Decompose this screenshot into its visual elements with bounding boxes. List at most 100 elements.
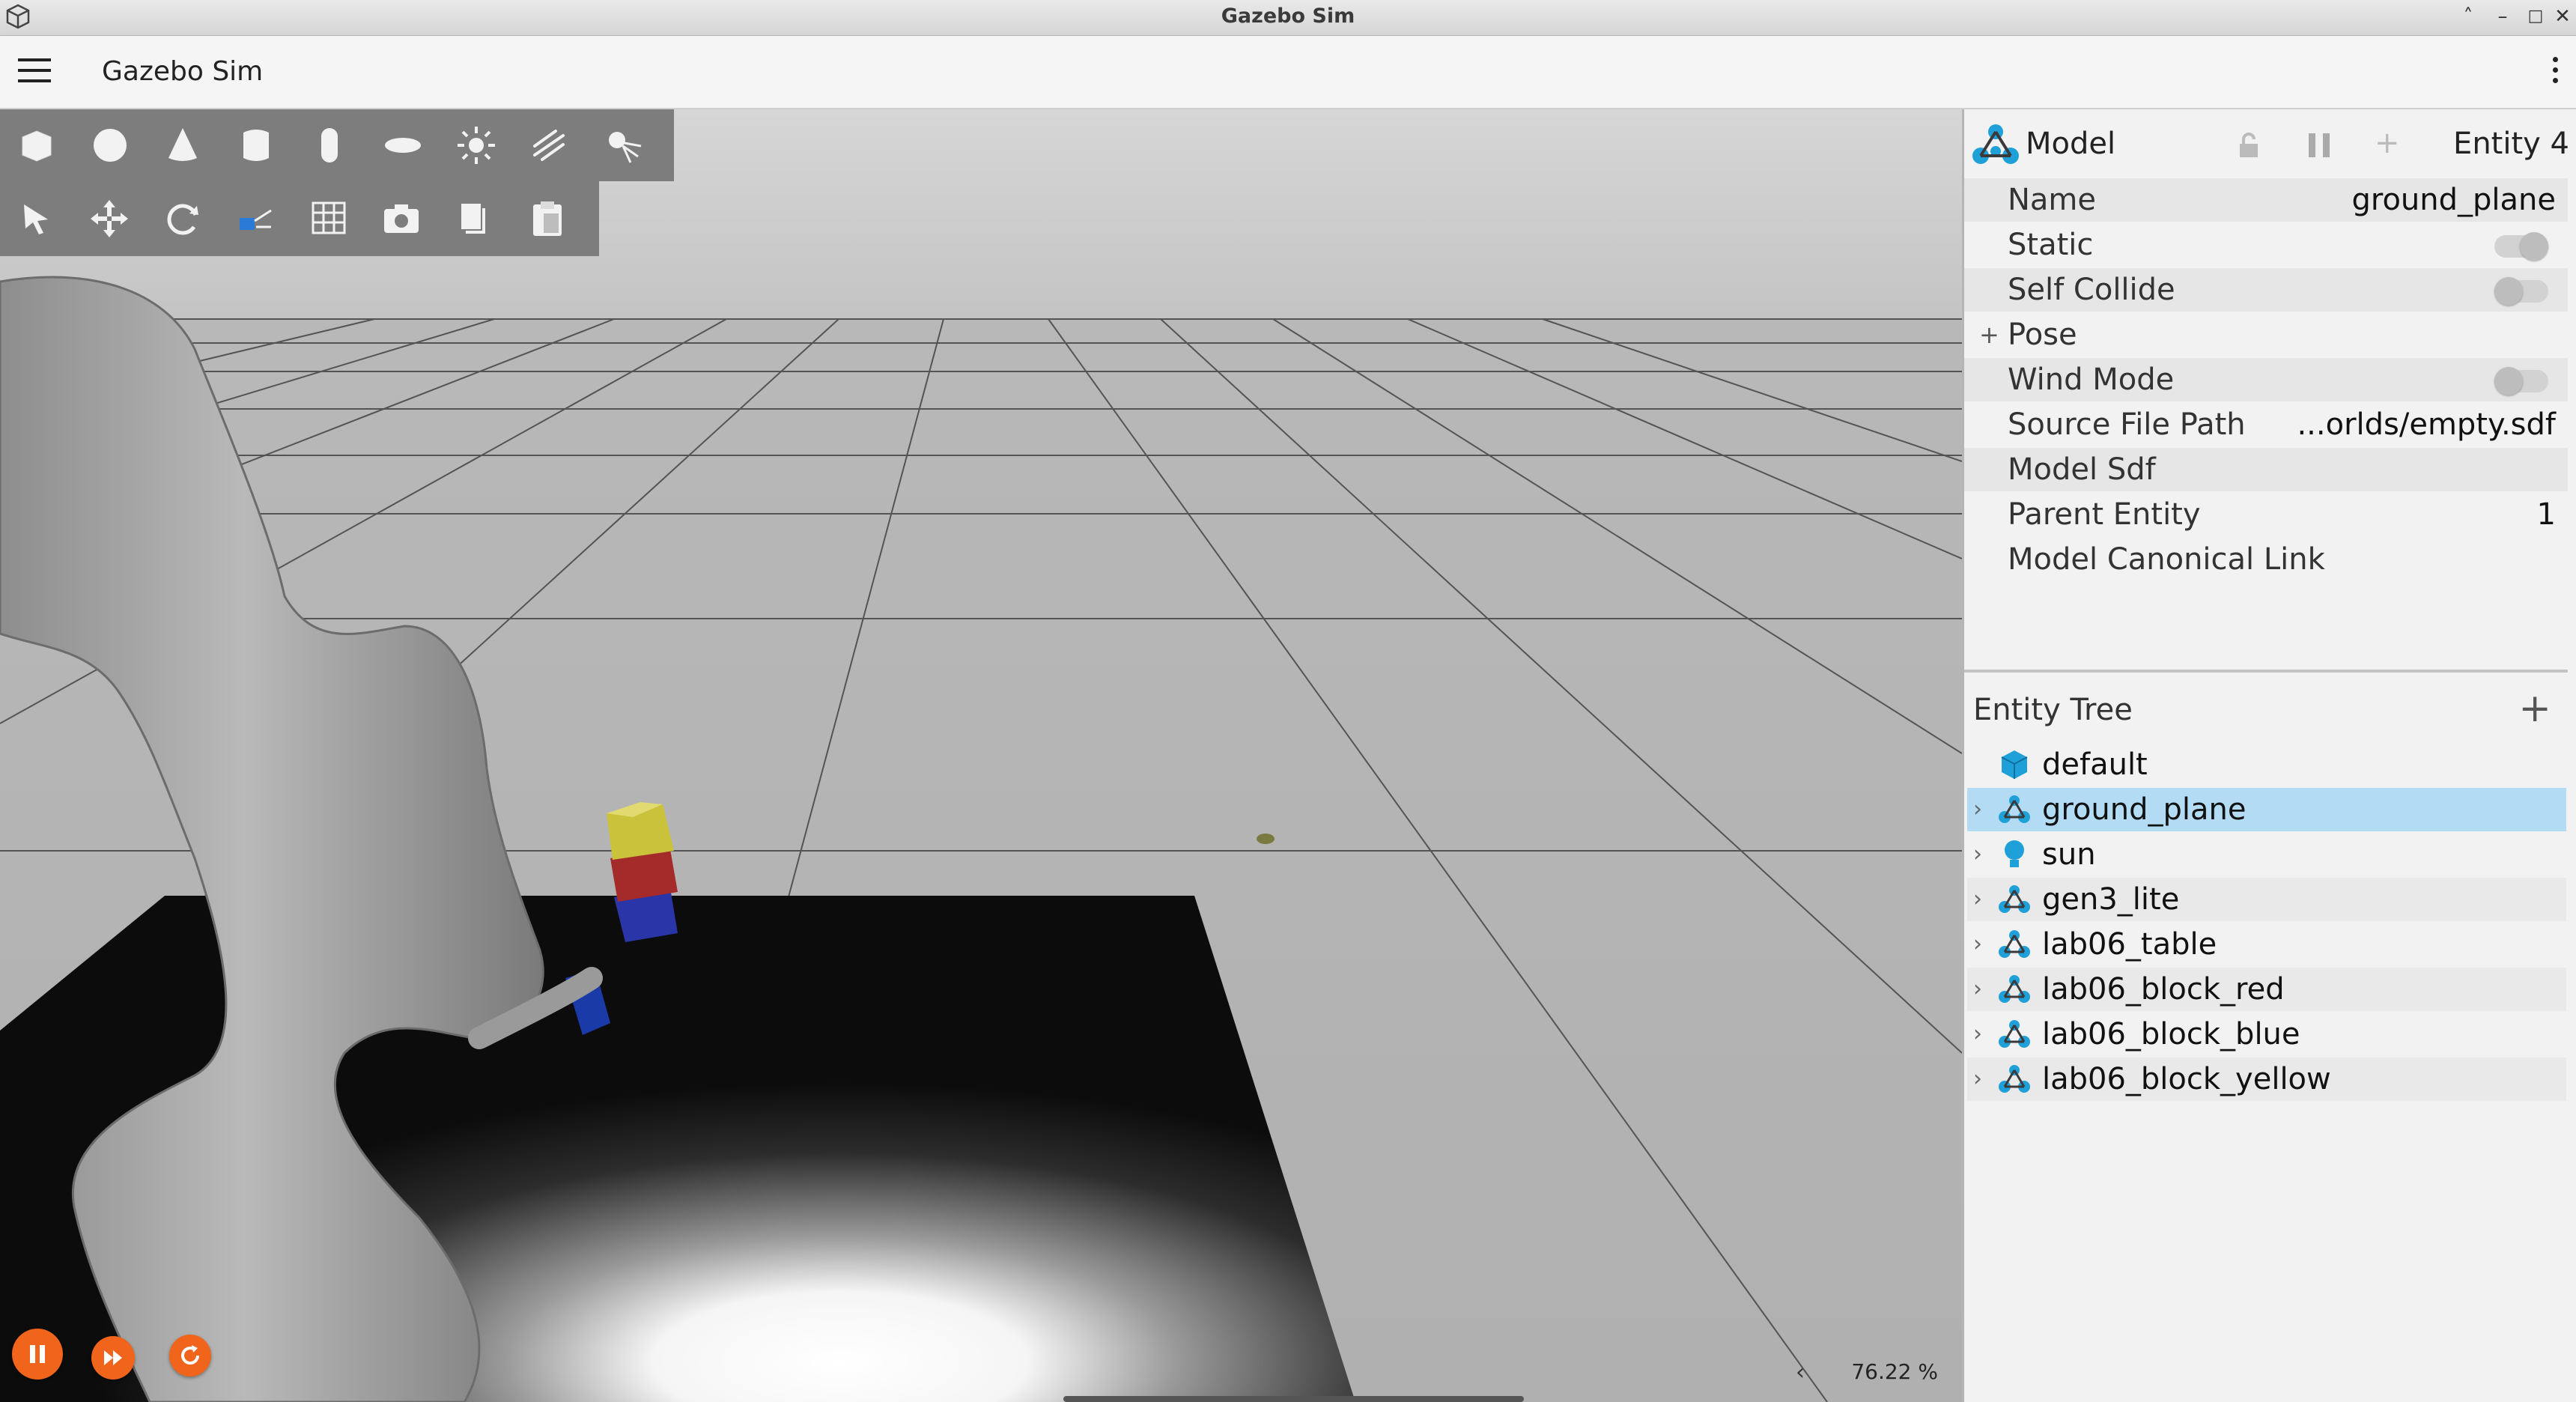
prop-value: ...orlds/empty.sdf bbox=[2297, 407, 2556, 442]
expand-chevron-icon[interactable]: › bbox=[1973, 968, 1982, 1011]
prop-row-static: Static bbox=[1964, 223, 2568, 267]
reset-button[interactable] bbox=[169, 1335, 211, 1377]
prop-label: Name bbox=[2008, 183, 2097, 217]
reset-icon bbox=[181, 1345, 199, 1365]
pause-updates-icon[interactable] bbox=[2303, 132, 2336, 159]
expand-chevron-icon[interactable]: › bbox=[1973, 923, 1982, 966]
prop-row-pose[interactable]: + Pose bbox=[1964, 313, 2568, 356]
transform-control-icon[interactable] bbox=[227, 189, 285, 249]
expand-chevron-icon[interactable]: › bbox=[1973, 833, 1982, 876]
prop-label: Model Canonical Link bbox=[2008, 542, 2325, 577]
box-icon[interactable] bbox=[7, 115, 66, 175]
prop-row-model-canonical-link: Model Canonical Link bbox=[1964, 538, 2568, 581]
expand-chevron-icon[interactable]: › bbox=[1973, 1013, 1982, 1056]
entity-tree-title: Entity Tree bbox=[1973, 693, 2133, 727]
select-icon[interactable] bbox=[7, 189, 66, 249]
prop-label: Model Sdf bbox=[2008, 452, 2156, 487]
add-entity-icon[interactable]: + bbox=[2518, 689, 2551, 728]
scene-render bbox=[0, 109, 1962, 1402]
app-title: Gazebo Sim bbox=[102, 56, 264, 87]
transform-toolbar bbox=[0, 181, 599, 256]
expand-chevron-icon[interactable]: › bbox=[1973, 788, 1982, 831]
expand-chevron-icon[interactable]: › bbox=[1973, 878, 1982, 921]
sphere-icon[interactable] bbox=[81, 115, 139, 175]
prop-label: Static bbox=[2008, 228, 2094, 262]
translate-icon[interactable] bbox=[81, 189, 139, 249]
window-title: Gazebo Sim bbox=[1221, 4, 1355, 28]
tree-item-lab06-table[interactable]: › lab06_table bbox=[1967, 923, 2566, 966]
cone-icon[interactable] bbox=[154, 115, 213, 175]
prop-row-parent-entity: Parent Entity 1 bbox=[1964, 493, 2568, 536]
fast-forward-icon bbox=[104, 1350, 122, 1365]
tree-item-label: ground_plane bbox=[2042, 792, 2247, 827]
prop-label: Source File Path bbox=[2008, 407, 2246, 442]
prop-row-source-file-path: Source File Path ...orlds/empty.sdf bbox=[1964, 403, 2568, 446]
spot-light-icon[interactable] bbox=[593, 115, 651, 175]
prop-label: Pose bbox=[2008, 318, 2077, 352]
prop-row-wind-mode: Wind Mode bbox=[1964, 358, 2568, 401]
model-icon bbox=[1999, 1020, 2030, 1048]
kebab-menu-icon[interactable] bbox=[2551, 57, 2560, 87]
prop-value: ground_plane bbox=[2351, 183, 2557, 217]
rtf-collapse-arrow[interactable]: ‹ bbox=[1796, 1359, 1805, 1386]
real-time-factor: 76.22 % bbox=[1851, 1359, 1938, 1384]
tree-item-label: gen3_lite bbox=[2042, 882, 2180, 917]
light-bulb-icon bbox=[2005, 840, 2024, 867]
horizontal-scrollbar[interactable] bbox=[1063, 1396, 1524, 1402]
model-icon bbox=[1972, 124, 2019, 164]
world-cube-icon bbox=[2001, 750, 2028, 779]
tree-item-default[interactable]: default bbox=[1967, 743, 2566, 786]
copy-icon[interactable] bbox=[446, 189, 504, 249]
expand-chevron-icon[interactable]: › bbox=[1973, 1057, 1982, 1101]
prop-label: Wind Mode bbox=[2008, 362, 2175, 397]
entity-tree-header: Entity Tree + bbox=[1964, 673, 2568, 747]
app-header: Gazebo Sim bbox=[0, 36, 2576, 109]
wind-mode-toggle[interactable] bbox=[2494, 367, 2548, 395]
prop-row-name: Name ground_plane bbox=[1964, 178, 2568, 222]
rotate-icon[interactable] bbox=[154, 189, 212, 249]
paste-icon[interactable] bbox=[519, 189, 577, 249]
tree-item-lab06-block-red[interactable]: › lab06_block_red bbox=[1967, 968, 2566, 1011]
prop-label: Self Collide bbox=[2008, 273, 2175, 307]
model-icon bbox=[1999, 930, 2030, 958]
component-inspector-header: Model + Entity 4 bbox=[1964, 109, 2576, 178]
prop-label: Parent Entity bbox=[2008, 497, 2201, 532]
step-button[interactable] bbox=[91, 1336, 135, 1380]
lock-icon[interactable] bbox=[2234, 130, 2264, 160]
tree-item-label: default bbox=[2042, 747, 2148, 782]
sun-light-icon[interactable] bbox=[447, 115, 505, 175]
scene-3d-viewport[interactable]: ‹ 76.22 % bbox=[0, 109, 1962, 1402]
entity-id-label: Entity 4 bbox=[2453, 127, 2569, 161]
tree-item-label: lab06_block_yellow bbox=[2042, 1062, 2331, 1096]
prop-row-self-collide: Self Collide bbox=[1964, 268, 2568, 312]
tree-item-label: lab06_table bbox=[2042, 927, 2217, 962]
screenshot-icon[interactable] bbox=[373, 189, 431, 249]
tree-item-label: sun bbox=[2042, 837, 2096, 872]
ellipsoid-icon[interactable] bbox=[374, 115, 432, 175]
window-restore-button[interactable]: □ bbox=[2524, 4, 2548, 28]
tree-item-lab06-block-yellow[interactable]: › lab06_block_yellow bbox=[1967, 1057, 2566, 1101]
capsule-icon[interactable] bbox=[300, 115, 359, 175]
add-component-icon[interactable]: + bbox=[2375, 126, 2400, 160]
window-minimize-button[interactable]: – bbox=[2491, 4, 2515, 28]
component-inspector-title: Model bbox=[2026, 127, 2116, 161]
cylinder-icon[interactable] bbox=[227, 115, 285, 175]
directional-light-icon[interactable] bbox=[520, 115, 578, 175]
model-icon bbox=[1999, 795, 2030, 823]
tree-item-label: lab06_block_red bbox=[2042, 972, 2285, 1007]
pose-expand-icon[interactable]: + bbox=[1979, 313, 1999, 356]
hamburger-menu-icon[interactable] bbox=[18, 58, 51, 85]
pause-button[interactable] bbox=[12, 1329, 63, 1380]
grid-snap-icon[interactable] bbox=[300, 189, 358, 249]
model-icon bbox=[1999, 1065, 2030, 1093]
window-maximize-caret-icon[interactable]: ˄ bbox=[2456, 4, 2480, 28]
tree-item-ground-plane[interactable]: › ground_plane bbox=[1967, 788, 2566, 831]
self-collide-toggle[interactable] bbox=[2494, 277, 2548, 306]
tree-item-lab06-block-blue[interactable]: › lab06_block_blue bbox=[1967, 1013, 2566, 1056]
tree-item-gen3-lite[interactable]: › gen3_lite bbox=[1967, 878, 2566, 921]
shapes-toolbar bbox=[0, 109, 674, 181]
model-icon bbox=[1999, 975, 2030, 1003]
window-close-button[interactable]: ✕ bbox=[2551, 4, 2575, 28]
static-toggle[interactable] bbox=[2494, 232, 2548, 261]
tree-item-sun[interactable]: › sun bbox=[1967, 833, 2566, 876]
